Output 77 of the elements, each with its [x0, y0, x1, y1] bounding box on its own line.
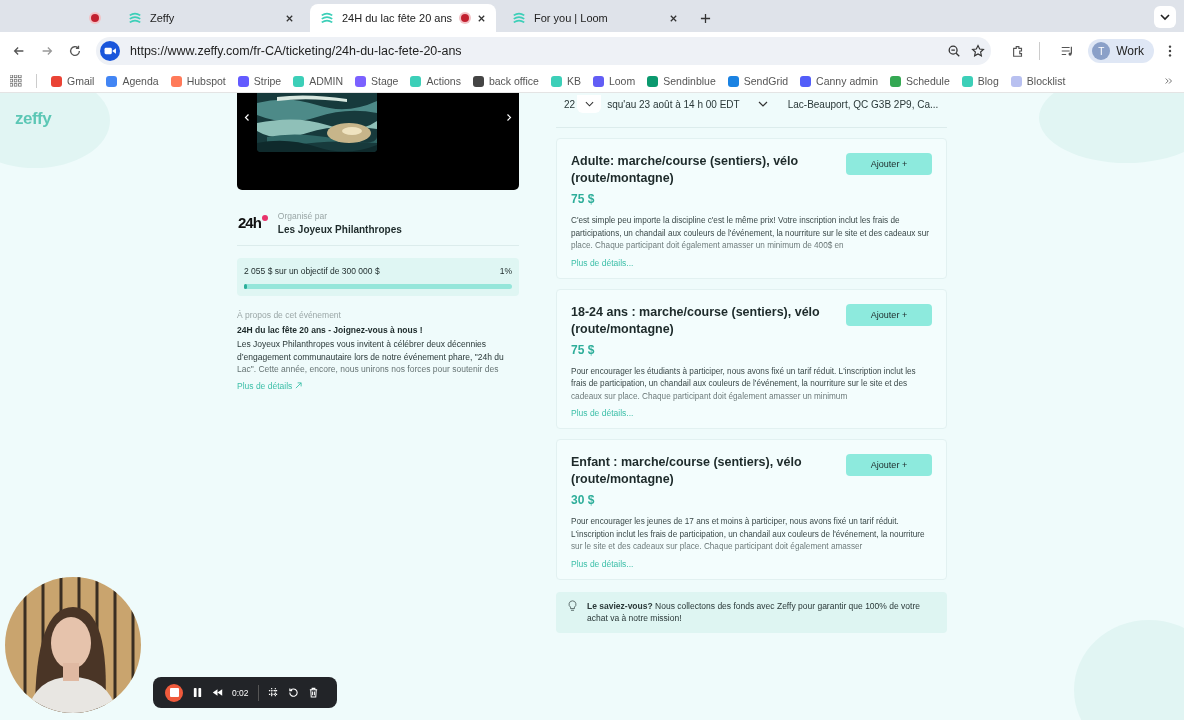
restart-icon[interactable]: [287, 687, 299, 698]
bookmark[interactable]: KB: [550, 75, 581, 87]
bookmark[interactable]: Loom: [592, 75, 636, 87]
close-icon[interactable]: [477, 13, 486, 23]
organizer-logo: 24h: [237, 213, 268, 233]
event-dates: squ'au 23 août à 14 h 00 EDT: [607, 98, 740, 110]
about-text: Les Joyeux Philanthropes vous invitent à célébrer deux décennies d’engagement communautaire lors de notre événement phare, "24h du Lac". Cette année, encore, nous unirons nos forces pour soutenir des: [237, 338, 505, 376]
close-icon[interactable]: [285, 13, 294, 23]
profile-label: Work: [1116, 44, 1144, 58]
event-location: Lac-Beauport, QC G3B 2P9, Ca...: [787, 98, 939, 110]
organizer-caption: Organisé par: [277, 211, 328, 221]
browser-tab[interactable]: 24H du lac fête 20 ans: [310, 4, 496, 32]
bookmark[interactable]: Schedule: [890, 75, 950, 87]
reload-icon[interactable]: [68, 44, 82, 58]
bookmark[interactable]: Canny admin: [800, 75, 878, 87]
zoom-icon[interactable]: [947, 44, 962, 58]
profile-avatar: T: [1092, 42, 1111, 60]
chevron-icon[interactable]: [757, 101, 768, 107]
tab-search-icon[interactable]: [1154, 6, 1176, 28]
media-control-icon[interactable]: [1060, 44, 1075, 58]
ticket-description: C'est simple peu importe la discipline c'est le même prix! Votre inscription inclut les frais de participations, un chandail aux couleurs de l'événement, la nourriture sur le site et des cadeaux sur place. Chaque participant doit également amasser un minimum de 400$ en: [571, 215, 930, 252]
close-icon[interactable]: [669, 13, 678, 23]
more-bookmarks-icon[interactable]: [1164, 76, 1174, 86]
tip-text: Le saviez-vous? Nous collectons des fonds avec Zeffy pour garantir que 100% de votre achat va à notre mission!: [587, 599, 921, 625]
bookmark[interactable]: back office: [472, 75, 539, 87]
lightbulb-icon: [568, 599, 577, 612]
goal-percent: 1%: [499, 266, 512, 276]
ticket-price: 75 $: [571, 192, 596, 206]
ticket-price: 30 $: [571, 493, 596, 507]
address-bar[interactable]: https://www.zeffy.com/fr-CA/ticketing/24h-du-lac-fete-20-ans: [96, 37, 992, 65]
about-heading: À propos de cet événement: [237, 310, 342, 320]
zeffy-icon: [320, 11, 334, 25]
dropdown-chevron[interactable]: [577, 95, 602, 113]
rewind-icon[interactable]: [212, 687, 223, 698]
bookmark[interactable]: ADMIN: [293, 75, 343, 87]
recording-time: 0:02: [232, 687, 249, 698]
video-camera-icon: [100, 41, 120, 61]
bookmark[interactable]: Blocklist: [1010, 75, 1066, 87]
zeffy-logo: zeffy: [15, 109, 52, 129]
event-day: 22: [564, 98, 576, 110]
profile-button[interactable]: T Work: [1088, 39, 1154, 63]
pause-icon[interactable]: [192, 687, 203, 698]
bookmark[interactable]: Agenda: [106, 75, 159, 87]
bookmark[interactable]: Stage: [355, 75, 399, 87]
browser-tab[interactable]: Zeffy: [118, 4, 304, 32]
goal-amount: 2 055 $ sur un objectif de 300 000 $: [244, 266, 380, 276]
new-tab-icon[interactable]: [700, 13, 711, 24]
grid-icon[interactable]: [267, 687, 279, 698]
star-icon[interactable]: [971, 44, 986, 58]
trash-icon[interactable]: [307, 687, 319, 698]
forward-icon[interactable]: [40, 44, 54, 58]
stop-button[interactable]: [165, 683, 183, 702]
ticket-description: Pour encourager les étudiants à participer, nous avons fixé un tarif réduit. L'inscription inclut les frais de participation, un chandail aux couleurs de l'événement, la nourriture sur le site et des cadeaux sur place. Chaque participant doit également amasser un minimum: [571, 365, 917, 403]
bookmark[interactable]: Hubspot: [170, 75, 226, 87]
external-link-icon: [295, 382, 303, 389]
bookmark[interactable]: Actions: [410, 75, 461, 87]
bookmark[interactable]: Stripe: [237, 75, 282, 87]
ticket-name: Adulte: marche/course (sentiers), vélo (route/montagne): [571, 153, 800, 187]
apps-icon[interactable]: [10, 75, 22, 87]
ticket-name: 18-24 ans : marche/course (sentiers), vélo (route/montagne): [571, 303, 821, 338]
bookmark[interactable]: Blog: [961, 75, 999, 87]
ticket-description: Pour encourager les jeunes de 17 ans et moins à participer, nous avons fixé un tarif réduit. L'inscription inclut les frais de participation, un chandail aux couleurs de l'événement, la nourriture sur le site et des cadeaux sur place. Chaque participant doit également amasser: [571, 516, 926, 553]
ticket-name: Enfant : marche/course (sentiers), vélo (route/montagne): [571, 454, 803, 488]
zeffy-icon: [128, 11, 142, 25]
organizer-name: Les Joyeux Philanthropes: [277, 224, 402, 235]
browser-tab[interactable]: For you | Loom: [502, 4, 688, 32]
zeffy-icon: [512, 11, 526, 25]
bookmark[interactable]: Gmail: [51, 75, 95, 87]
bookmark[interactable]: SendGrid: [727, 75, 789, 87]
bookmark[interactable]: Sendinblue: [647, 75, 716, 87]
add-button[interactable]: Ajouter +: [846, 303, 932, 326]
add-button[interactable]: Ajouter +: [846, 454, 932, 476]
back-icon[interactable]: [12, 44, 26, 58]
menu-icon[interactable]: [1168, 44, 1172, 58]
about-title: 24H du lac fête 20 ans - Joignez-vous à nous !: [237, 325, 424, 335]
add-button[interactable]: Ajouter +: [846, 153, 932, 175]
ticket-price: 75 $: [571, 342, 596, 357]
